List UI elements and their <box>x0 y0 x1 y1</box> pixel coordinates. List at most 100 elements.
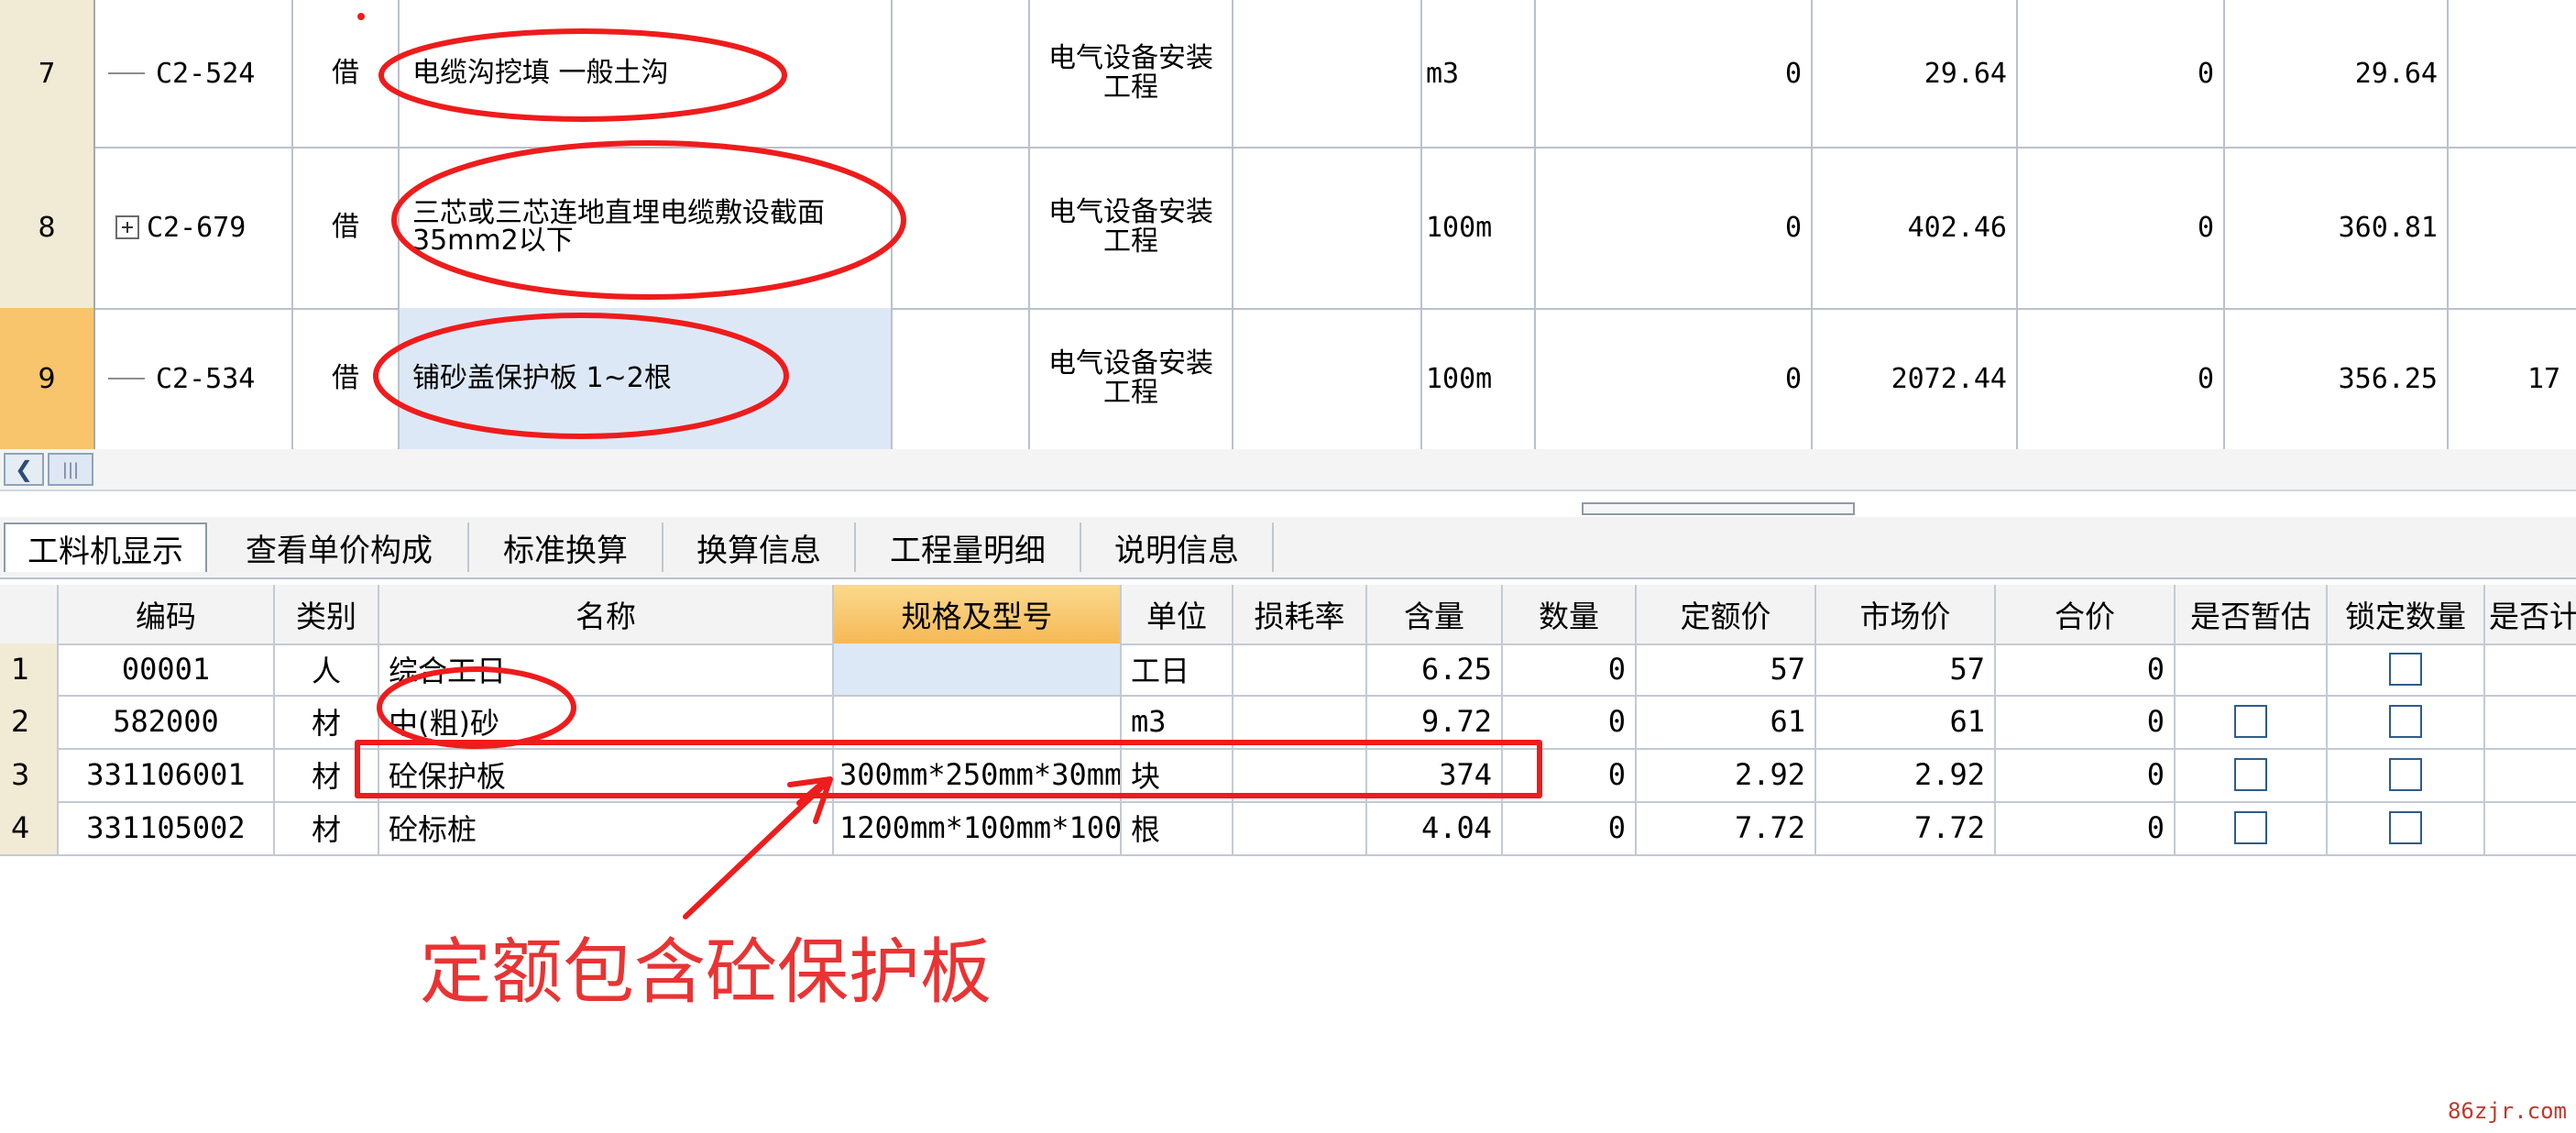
resource-spec[interactable] <box>834 644 1122 695</box>
resource-content[interactable]: 9.72 <box>1367 695 1503 748</box>
table-row[interactable]: 8 C2-679 借 三芯或三芯连地直埋电缆敷设截面35mm2以下 电气设备安装… <box>0 147 2576 310</box>
resource-market-price[interactable]: 7.72 <box>1816 801 1996 854</box>
column-header-spec[interactable]: 规格及型号 <box>834 585 1122 644</box>
table-row[interactable]: 7 C2-524 借 电缆沟挖填 一般土沟 电气设备安装工程 m3 0 29.6… <box>0 0 2576 148</box>
lock-cell[interactable] <box>2328 695 2485 748</box>
expand-plus-icon[interactable] <box>115 215 139 239</box>
lock-quantity-checkbox[interactable] <box>2389 705 2422 738</box>
resource-type[interactable]: 材 <box>275 748 379 801</box>
item-extra[interactable] <box>2449 0 2576 147</box>
resource-code[interactable]: 00001 <box>59 644 275 695</box>
item-unit[interactable]: m3 <box>1422 0 1536 147</box>
counted-cell[interactable] <box>2485 695 2576 748</box>
resource-unit[interactable]: 工日 <box>1122 644 1233 695</box>
lock-quantity-checkbox[interactable] <box>2389 758 2422 791</box>
lock-quantity-checkbox[interactable] <box>2389 811 2422 844</box>
column-header-type[interactable]: 类别 <box>275 585 379 644</box>
column-header-total[interactable]: 合价 <box>1996 585 2176 644</box>
resource-quota-price[interactable]: 57 <box>1637 644 1816 695</box>
item-market-price[interactable]: 29.64 <box>2225 0 2449 147</box>
resource-spec[interactable]: 300mm*250mm*30mm <box>834 748 1122 801</box>
resource-market-price[interactable]: 57 <box>1816 644 1996 695</box>
item-category[interactable]: 电气设备安装工程 <box>1030 0 1233 147</box>
resource-name[interactable]: 砼保护板 <box>379 748 834 801</box>
resource-total[interactable]: 0 <box>1996 801 2176 854</box>
resource-total[interactable]: 0 <box>1996 748 2176 801</box>
estimate-cell[interactable] <box>2176 801 2328 854</box>
item-description[interactable]: 铺砂盖保护板 1~2根 <box>400 308 893 449</box>
resource-loss-rate[interactable] <box>1233 695 1367 748</box>
resource-type[interactable]: 材 <box>275 695 379 748</box>
resource-quantity[interactable]: 0 <box>1503 644 1637 695</box>
item-unit[interactable]: 100m <box>1422 147 1536 308</box>
resource-loss-rate[interactable] <box>1233 748 1367 801</box>
estimate-cell[interactable] <box>2176 695 2328 748</box>
lock-cell[interactable] <box>2328 801 2485 854</box>
resource-quantity[interactable]: 0 <box>1503 801 1637 854</box>
is-estimate-checkbox[interactable] <box>2234 811 2267 844</box>
horizontal-scrollbar[interactable]: ❮ ||| <box>0 449 2576 491</box>
counted-cell[interactable] <box>2485 748 2576 801</box>
item-quantity[interactable]: 0 <box>1536 308 1813 449</box>
table-row[interactable]: 3 331106001 材 砼保护板 300mm*250mm*30mm 块 37… <box>0 748 2576 803</box>
panel-splitter-handle[interactable] <box>1582 502 1855 515</box>
table-row[interactable]: 2 582000 材 中(粗)砂 m3 9.72 0 61 61 0 <box>0 695 2576 750</box>
item-code-cell[interactable]: C2-534 <box>95 308 293 449</box>
item-market-price[interactable]: 360.81 <box>2225 147 2449 308</box>
table-row[interactable]: 1 00001 人 综合工日 工日 6.25 0 57 57 0 <box>0 644 2576 697</box>
resource-unit[interactable]: 根 <box>1122 801 1233 854</box>
item-description[interactable]: 三芯或三芯连地直埋电缆敷设截面35mm2以下 <box>400 147 893 308</box>
row-number[interactable]: 7 <box>0 0 95 147</box>
row-number[interactable]: 2 <box>0 695 59 748</box>
resource-loss-rate[interactable] <box>1233 644 1367 695</box>
resource-type[interactable]: 材 <box>275 801 379 854</box>
column-header-name[interactable]: 名称 <box>379 585 834 644</box>
resource-total[interactable]: 0 <box>1996 695 2176 748</box>
table-row[interactable]: 4 331105002 材 砼标桩 1200mm*100mm*100 根 4.0… <box>0 801 2576 856</box>
tab-description-info[interactable]: 说明信息 <box>1081 522 1274 572</box>
resource-spec[interactable]: 1200mm*100mm*100 <box>834 801 1122 854</box>
item-quantity[interactable]: 0 <box>1536 147 1813 308</box>
resource-market-price[interactable]: 61 <box>1816 695 1996 748</box>
item-code-cell[interactable]: C2-679 <box>95 147 293 308</box>
estimate-cell[interactable] <box>2176 748 2328 801</box>
empty-cell[interactable] <box>1233 0 1422 147</box>
item-unit-price[interactable]: 402.46 <box>1813 147 2018 308</box>
lock-quantity-checkbox[interactable] <box>2389 653 2422 686</box>
tab-unit-price-composition[interactable]: 查看单价构成 <box>211 522 469 572</box>
lock-cell[interactable] <box>2328 644 2485 695</box>
tab-conversion-info[interactable]: 换算信息 <box>663 522 856 572</box>
item-description[interactable]: 电缆沟挖填 一般土沟 <box>400 0 893 147</box>
resource-quota-price[interactable]: 61 <box>1637 695 1816 748</box>
item-category[interactable]: 电气设备安装工程 <box>1030 147 1233 308</box>
tab-labor-material-machine[interactable]: 工料机显示 <box>4 522 207 572</box>
item-market-price[interactable]: 356.25 <box>2225 308 2449 449</box>
row-number[interactable]: 3 <box>0 748 59 801</box>
row-number[interactable]: 4 <box>0 801 59 854</box>
resource-name[interactable]: 砼标桩 <box>379 801 834 854</box>
resource-type[interactable]: 人 <box>275 644 379 695</box>
column-header-loss-rate[interactable]: 损耗率 <box>1233 585 1367 644</box>
resource-unit[interactable]: 块 <box>1122 748 1233 801</box>
resource-name[interactable]: 综合工日 <box>379 644 834 695</box>
column-header-lock-quantity[interactable]: 锁定数量 <box>2328 585 2485 644</box>
item-unit[interactable]: 100m <box>1422 308 1536 449</box>
resource-spec[interactable] <box>834 695 1122 748</box>
item-total[interactable]: 0 <box>2018 0 2225 147</box>
item-quantity[interactable]: 0 <box>1536 0 1813 147</box>
resource-quota-price[interactable]: 7.72 <box>1637 801 1816 854</box>
empty-cell[interactable] <box>893 147 1030 308</box>
resource-unit[interactable]: m3 <box>1122 695 1233 748</box>
item-type[interactable]: 借 <box>293 147 400 308</box>
resource-market-price[interactable]: 2.92 <box>1816 748 1996 801</box>
is-estimate-checkbox[interactable] <box>2234 705 2267 738</box>
resource-code[interactable]: 331106001 <box>59 748 275 801</box>
counted-cell[interactable] <box>2485 801 2576 854</box>
column-header-content[interactable]: 含量 <box>1367 585 1503 644</box>
item-type[interactable]: 借 <box>293 308 400 449</box>
item-extra[interactable] <box>2449 147 2576 308</box>
chevron-left-icon[interactable]: ❮ <box>4 453 44 486</box>
resource-code[interactable]: 582000 <box>59 695 275 748</box>
resource-quota-price[interactable]: 2.92 <box>1637 748 1816 801</box>
column-header-quota-price[interactable]: 定额价 <box>1637 585 1816 644</box>
